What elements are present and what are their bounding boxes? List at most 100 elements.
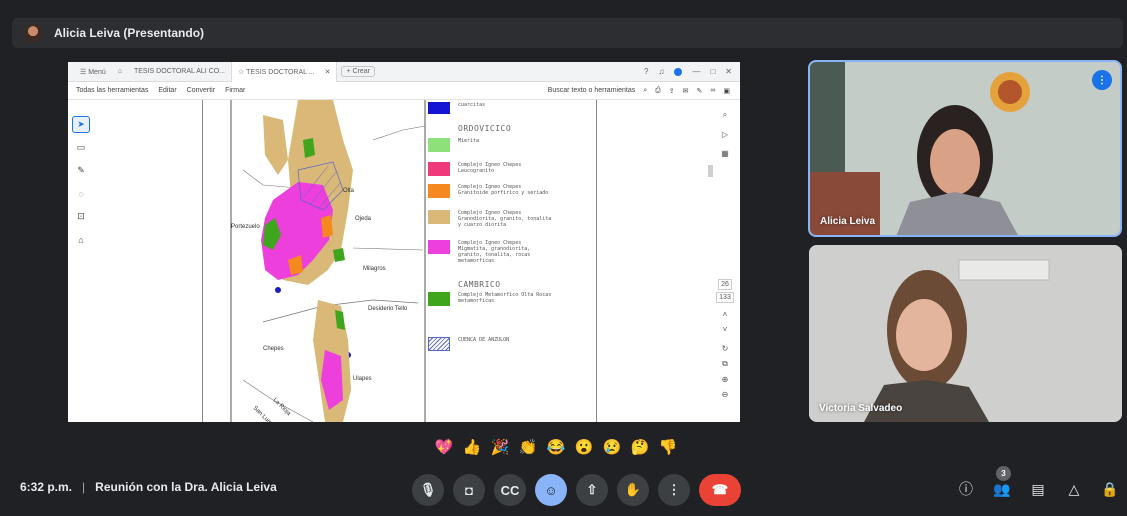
participant-video-alicia bbox=[810, 62, 1120, 235]
select-cursor-icon[interactable]: ➤ bbox=[72, 116, 90, 133]
print-icon[interactable]: ⎙ bbox=[655, 87, 661, 95]
raise-hand-icon[interactable]: ✋ bbox=[617, 474, 649, 506]
save-icon[interactable]: ▣ bbox=[723, 87, 730, 95]
chevron-up-icon[interactable]: ˄ bbox=[723, 310, 728, 319]
presenter-bar: Alicia Leiva (Presentando) bbox=[12, 18, 1123, 48]
emoji-icon[interactable]: ☺ bbox=[535, 474, 567, 506]
legend-swatch bbox=[428, 184, 450, 198]
reaction-heart[interactable]: 💖 bbox=[432, 436, 456, 458]
legend-heading-ordovicico: ORDOVICICO bbox=[458, 124, 512, 133]
camera-icon[interactable]: ◘ bbox=[453, 474, 485, 506]
menu-tab[interactable]: ☰ Menú bbox=[74, 62, 112, 82]
presenter-avatar bbox=[24, 24, 42, 42]
search-icon[interactable]: ⌕ bbox=[723, 110, 727, 120]
zoom-out-icon[interactable]: ⊖ bbox=[722, 390, 729, 399]
text-box-tool-icon[interactable]: ⊡ bbox=[72, 208, 90, 225]
chat-icon[interactable]: ▤ bbox=[1027, 478, 1049, 500]
reaction-thumbs-down[interactable]: 👎 bbox=[656, 436, 680, 458]
highlight-tool-icon[interactable]: ◌ bbox=[72, 185, 90, 202]
help-icon[interactable]: ? bbox=[644, 67, 648, 76]
chevron-down-icon[interactable]: ˅ bbox=[723, 325, 728, 334]
legend-item-leucogranito: Complejo Igneo Chepes Leucogranito bbox=[428, 162, 554, 176]
pdf-right-rail: ⌕ ▷ ▦ 26 133 ˄ ˅ ↻ ⧉ ⊕ ⊖ bbox=[715, 110, 735, 420]
copy-icon[interactable]: ⧉ bbox=[722, 359, 728, 369]
reaction-clap[interactable]: 👏 bbox=[516, 436, 540, 458]
menu-all-tools[interactable]: Todas las herramientas bbox=[76, 87, 148, 94]
mic-icon[interactable]: 🎙 bbox=[412, 474, 444, 506]
close-icon[interactable]: ✕ bbox=[325, 68, 331, 76]
place-label-san-luis: San Luis bbox=[252, 405, 273, 422]
menu-convert[interactable]: Convertir bbox=[187, 87, 215, 94]
legend-swatch bbox=[428, 162, 450, 176]
window-close-icon[interactable]: ✕ bbox=[725, 67, 732, 76]
total-pages: 133 bbox=[716, 292, 734, 303]
reaction-thinking[interactable]: 🤔 bbox=[628, 436, 652, 458]
legend-item-anzulon: CUENCA DE ANZULON bbox=[428, 337, 554, 351]
place-label-la-rioja: La Rioja bbox=[272, 397, 292, 417]
reaction-thumbs-up[interactable]: 👍 bbox=[460, 436, 484, 458]
participant-tile-alicia[interactable]: ⋮ Alicia Leiva bbox=[808, 60, 1122, 237]
info-icon[interactable]: ⓘ bbox=[955, 478, 977, 500]
legend-item-granitoide: Complejo Igneo Chepes Granitoide porfiri… bbox=[428, 184, 554, 198]
document-tab-1[interactable]: TESIS DOCTORAL ALI CO... bbox=[128, 62, 231, 82]
comment-tool-icon[interactable]: ▭ bbox=[72, 139, 90, 156]
menu-edit[interactable]: Editar bbox=[158, 87, 176, 94]
people-icon[interactable]: 👥 3 bbox=[991, 466, 1013, 500]
legend-item-top: cuarcitas bbox=[428, 102, 554, 114]
more-options-icon[interactable]: ⋮ bbox=[658, 474, 690, 506]
pdf-app-tabbar: ☰ Menú ⌂ TESIS DOCTORAL ALI CO... ☆ TESI… bbox=[68, 62, 740, 82]
legend-label: Complejo Igneo Chepes Leucogranito bbox=[458, 162, 522, 174]
document-tab-2[interactable]: ☆ TESIS DOCTORAL ... ✕ bbox=[231, 62, 338, 82]
stamp-tool-icon[interactable]: ⌂ bbox=[72, 231, 90, 248]
activities-icon[interactable]: △ bbox=[1063, 478, 1085, 500]
captions-icon[interactable]: CC bbox=[494, 474, 526, 506]
refresh-icon[interactable]: ↻ bbox=[722, 344, 729, 353]
share-icon[interactable]: ⇪ bbox=[669, 87, 675, 95]
search-tools-label: Buscar texto o herramientas bbox=[547, 87, 636, 94]
current-page[interactable]: 26 bbox=[718, 279, 732, 290]
scrollbar-thumb[interactable] bbox=[708, 165, 713, 177]
comment-icon[interactable]: ✎ bbox=[697, 87, 703, 95]
zoom-in-icon[interactable]: ⊕ bbox=[722, 375, 729, 384]
document-tab-2-label: ☆ TESIS DOCTORAL ... bbox=[238, 68, 315, 76]
search-tools[interactable]: Buscar texto o herramientas ⌕ ⎙ ⇪ ✉ ✎ ∞ … bbox=[548, 87, 740, 95]
reaction-party[interactable]: 🎉 bbox=[488, 436, 512, 458]
present-icon[interactable]: ⇧ bbox=[576, 474, 608, 506]
legend-heading-cambrico: CAMBRICO bbox=[458, 280, 501, 289]
window-controls: ? ♫ — □ ✕ bbox=[644, 67, 740, 76]
reaction-surprised[interactable]: 😮 bbox=[572, 436, 596, 458]
email-icon[interactable]: ✉ bbox=[683, 87, 689, 95]
menu-sign[interactable]: Firmar bbox=[225, 87, 245, 94]
link-icon[interactable]: ∞ bbox=[710, 87, 715, 94]
end-call-icon[interactable]: ☎ bbox=[699, 474, 741, 506]
minimize-icon[interactable]: — bbox=[692, 67, 700, 76]
metamorphic-zone bbox=[303, 138, 315, 158]
legend-label: Complejo Metamorfico Olta Rocas metamorf… bbox=[458, 292, 552, 304]
search-icon[interactable]: ⌕ bbox=[643, 87, 647, 95]
home-tab[interactable]: ⌂ bbox=[112, 62, 128, 82]
maximize-icon[interactable]: □ bbox=[710, 67, 715, 76]
speaking-indicator-icon: ⋮ bbox=[1092, 70, 1112, 90]
pdf-viewer: ➤ ▭ ✎ ◌ ⊡ ⌂ Olta Portezuelo Ojeda Milagr… bbox=[68, 100, 740, 422]
account-icon[interactable] bbox=[674, 67, 683, 76]
participant-tile-victoria[interactable]: Victoria Salvadeo bbox=[809, 245, 1122, 422]
reaction-sad[interactable]: 😢 bbox=[600, 436, 624, 458]
legend-swatch bbox=[428, 138, 450, 152]
bell-icon[interactable]: ♫ bbox=[658, 67, 664, 76]
new-tab-button[interactable]: + Crear bbox=[341, 66, 375, 77]
participant-name: Victoria Salvadeo bbox=[819, 403, 903, 414]
reaction-laugh[interactable]: 😂 bbox=[544, 436, 568, 458]
meeting-title: Reunión con la Dra. Alicia Leiva bbox=[95, 480, 277, 494]
legend-item-migmatita: Complejo Igneo Chepes Migmatita, granodi… bbox=[428, 240, 554, 264]
host-controls-icon[interactable]: 🔒 bbox=[1099, 478, 1121, 500]
legend-item-metamorfico: Complejo Metamorfico Olta Rocas metamorf… bbox=[428, 292, 554, 306]
meeting-info: 6:32 p.m. | Reunión con la Dra. Alicia L… bbox=[20, 480, 277, 494]
meet-window: Alicia Leiva (Presentando) ☰ Menú ⌂ TESI… bbox=[0, 0, 1127, 516]
bookmark-icon[interactable]: ▷ bbox=[722, 130, 728, 139]
grid-icon[interactable]: ▦ bbox=[721, 149, 729, 158]
place-label-olta: Olta bbox=[343, 188, 355, 194]
separator: | bbox=[82, 480, 86, 494]
place-label-chepes: Chepes bbox=[263, 346, 284, 352]
road-line bbox=[352, 247, 424, 251]
pen-tool-icon[interactable]: ✎ bbox=[72, 162, 90, 179]
